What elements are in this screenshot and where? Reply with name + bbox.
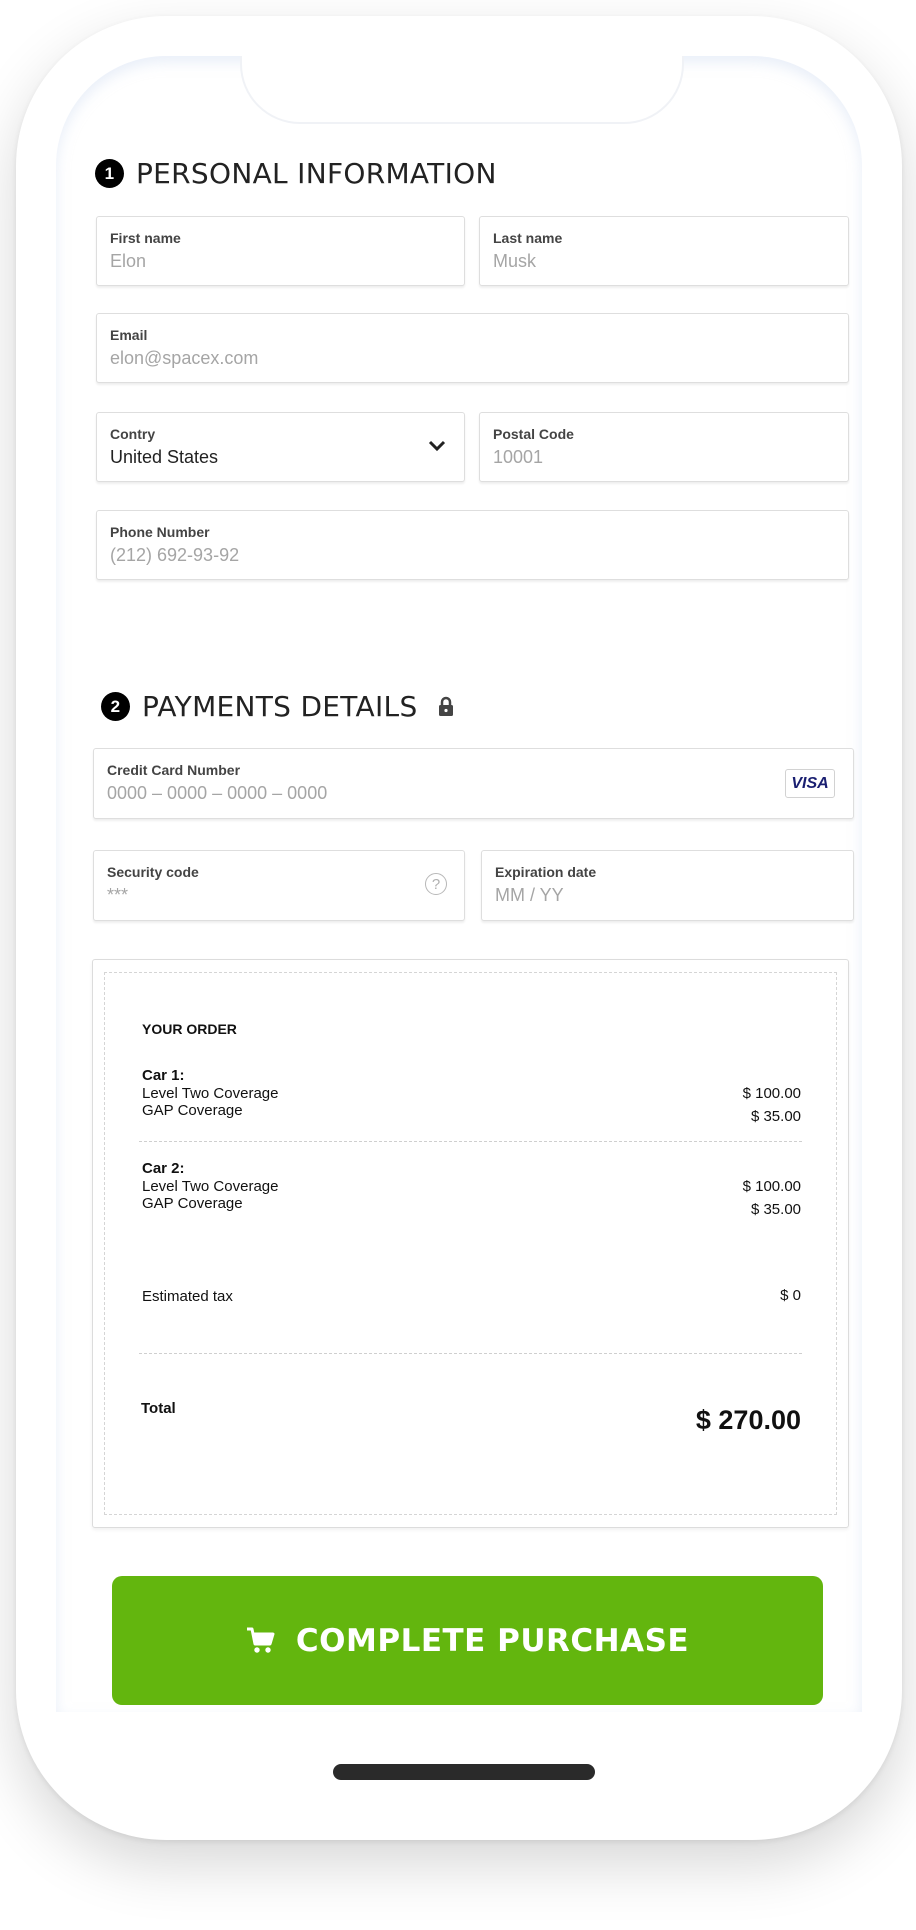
email-field[interactable]: Email elon@spacex.com: [96, 313, 849, 383]
first-name-input[interactable]: Elon: [110, 251, 146, 272]
credit-card-label: Credit Card Number: [107, 762, 241, 778]
help-icon[interactable]: ?: [425, 873, 447, 895]
country-value: United States: [110, 447, 219, 467]
security-code-input[interactable]: ***: [107, 885, 128, 906]
order-summary: YOUR ORDER Car 1: Level Two Coverage GAP…: [92, 959, 849, 1528]
complete-purchase-button[interactable]: COMPLETE PURCHASE: [112, 1576, 823, 1705]
car1-price-gap: $ 35.00: [750, 1108, 801, 1125]
lock-icon: [438, 696, 454, 717]
tax-label: Estimated tax: [142, 1288, 233, 1305]
postal-code-field[interactable]: Postal Code 10001: [479, 412, 849, 482]
step-2-badge: 2: [101, 692, 130, 721]
phone-number-label: Phone Number: [110, 524, 210, 540]
email-label: Email: [110, 327, 148, 343]
security-code-label: Security code: [107, 864, 199, 880]
home-indicator[interactable]: [333, 1764, 595, 1780]
tax-value: $ 0: [780, 1287, 801, 1304]
credit-card-field[interactable]: Credit Card Number 0000 – 0000 – 0000 – …: [93, 748, 854, 819]
visa-card-icon: VISA: [785, 769, 835, 798]
phone-number-input[interactable]: (212) 692-93-92: [110, 545, 239, 566]
last-name-label: Last name: [493, 230, 563, 246]
phone-notch: [240, 56, 684, 124]
order-title: YOUR ORDER: [142, 1021, 237, 1037]
car1-item-gap: GAP Coverage: [142, 1102, 243, 1119]
country-label: Contry: [110, 426, 156, 442]
phone-number-field[interactable]: Phone Number (212) 692-93-92: [96, 510, 849, 580]
order-divider: [139, 1353, 802, 1354]
car2-name: Car 2:: [142, 1160, 185, 1177]
last-name-input[interactable]: Musk: [493, 251, 536, 272]
last-name-field[interactable]: Last name Musk: [479, 216, 849, 286]
car2-item-level-two: Level Two Coverage: [142, 1178, 279, 1195]
order-summary-inner: YOUR ORDER Car 1: Level Two Coverage GAP…: [104, 972, 837, 1515]
email-input[interactable]: elon@spacex.com: [110, 348, 258, 369]
chevron-down-icon[interactable]: [428, 440, 446, 452]
personal-info-title: PERSONAL INFORMATION: [136, 157, 497, 190]
total-label: Total: [141, 1400, 176, 1417]
expiration-date-field[interactable]: Expiration date MM / YY: [481, 850, 854, 921]
credit-card-input[interactable]: 0000 – 0000 – 0000 – 0000: [107, 783, 327, 804]
country-select[interactable]: Contry United States: [96, 412, 465, 482]
total-value: $ 270.00: [695, 1405, 801, 1435]
expiration-date-label: Expiration date: [495, 864, 597, 880]
security-code-field[interactable]: Security code *** ?: [93, 850, 465, 921]
postal-code-input[interactable]: 10001: [493, 447, 543, 468]
order-divider: [139, 1141, 802, 1142]
payment-title: PAYMENTS DETAILS: [142, 690, 418, 723]
car2-price-level-two: $ 100.00: [742, 1178, 801, 1195]
car1-price-level-two: $ 100.00: [742, 1085, 801, 1102]
car2-price-gap: $ 35.00: [750, 1201, 801, 1218]
first-name-label: First name: [110, 230, 181, 246]
first-name-field[interactable]: First name Elon: [96, 216, 465, 286]
personal-info-heading: 1 PERSONAL INFORMATION: [95, 157, 497, 190]
car1-item-level-two: Level Two Coverage: [142, 1085, 279, 1102]
step-1-badge: 1: [95, 159, 124, 188]
complete-purchase-label: COMPLETE PURCHASE: [295, 1622, 690, 1659]
postal-code-label: Postal Code: [493, 426, 574, 442]
car1-name: Car 1:: [142, 1067, 185, 1084]
cart-icon: [246, 1627, 276, 1655]
expiration-date-input[interactable]: MM / YY: [495, 885, 564, 906]
car2-item-gap: GAP Coverage: [142, 1195, 243, 1212]
payment-heading: 2 PAYMENTS DETAILS: [101, 690, 454, 723]
